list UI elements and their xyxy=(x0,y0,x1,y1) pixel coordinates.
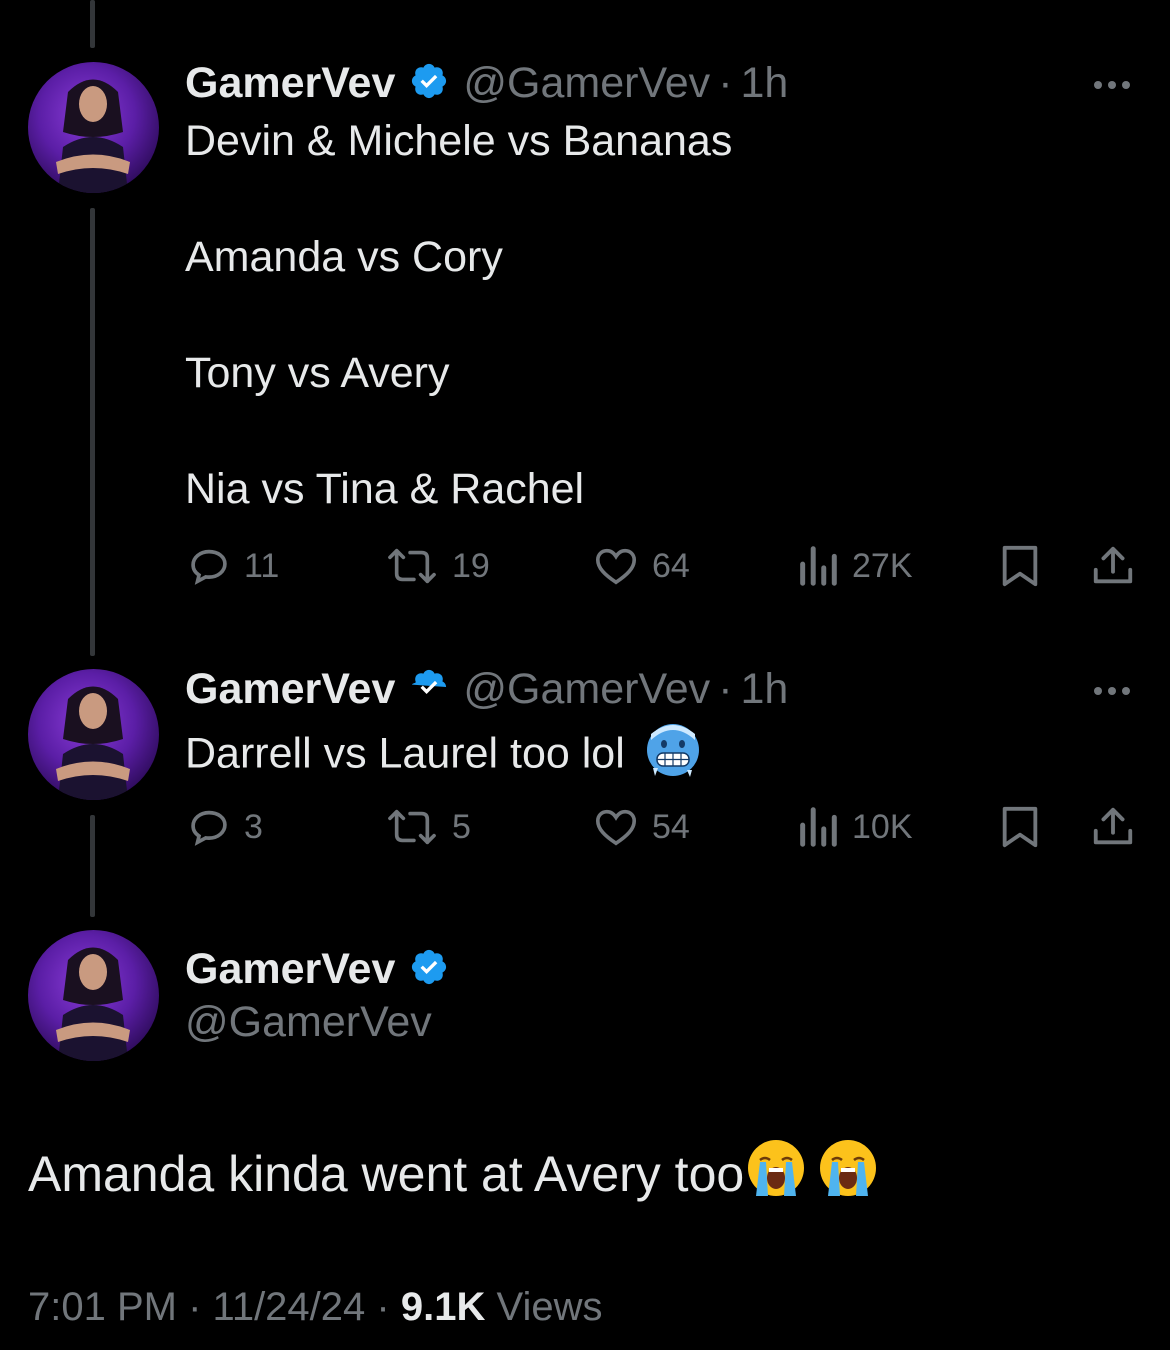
verified-badge-icon xyxy=(409,667,449,712)
verified-badge-icon xyxy=(409,947,449,992)
like-count: 64 xyxy=(652,546,690,585)
focused-text-content: Amanda kinda went at Avery too xyxy=(28,1146,745,1202)
loudly-crying-face-emoji xyxy=(818,1138,878,1210)
timestamp[interactable]: 1h xyxy=(741,59,789,108)
thread-line-2 xyxy=(90,815,95,917)
tweet-text: Darrell vs Laurel too lol xyxy=(185,722,701,791)
bookmark-icon[interactable] xyxy=(998,543,1042,594)
timestamp[interactable]: 1h xyxy=(741,665,789,714)
bookmark-icon[interactable] xyxy=(998,804,1042,855)
loudly-crying-face-emoji xyxy=(746,1138,806,1210)
handle[interactable]: @GamerVev xyxy=(463,59,710,108)
handle[interactable]: @GamerVev xyxy=(185,998,432,1047)
reply-icon xyxy=(191,549,227,585)
views-label: Views xyxy=(496,1285,603,1329)
reply-count: 11 xyxy=(244,546,280,585)
views-button[interactable]: 10K xyxy=(796,804,913,850)
repost-button[interactable]: 5 xyxy=(384,804,471,850)
repost-count: 5 xyxy=(452,807,471,846)
views-count: 10K xyxy=(852,807,913,846)
avatar[interactable] xyxy=(28,62,159,193)
repost-button[interactable]: 19 xyxy=(384,543,490,589)
thread-line-1 xyxy=(90,208,95,656)
more-icon[interactable] xyxy=(1094,682,1138,695)
tweet-date[interactable]: 11/24/24 xyxy=(213,1285,366,1329)
avatar-person-icon xyxy=(56,79,130,193)
thread-line-top xyxy=(90,0,95,48)
separator-dot: · xyxy=(718,58,733,107)
views-count[interactable]: 9.1K xyxy=(401,1285,486,1329)
cold-face-emoji xyxy=(645,722,701,791)
handle[interactable]: @GamerVev xyxy=(463,665,710,714)
verified-badge-icon xyxy=(409,61,449,106)
display-name[interactable]: GamerVev xyxy=(185,59,395,108)
more-icon[interactable] xyxy=(1094,76,1138,89)
views-icon xyxy=(800,807,837,847)
reply-button[interactable]: 3 xyxy=(186,804,263,850)
like-button[interactable]: 54 xyxy=(592,804,690,850)
tweet-text-line-3: Tony vs Avery xyxy=(185,349,450,397)
tweet-header: GamerVev @GamerVev · 1h xyxy=(185,56,788,110)
focused-header: GamerVev xyxy=(185,942,449,996)
separator-dot: · xyxy=(188,1285,202,1329)
display-name[interactable]: GamerVev xyxy=(185,945,395,994)
like-icon xyxy=(595,809,637,846)
like-count: 54 xyxy=(652,807,690,846)
views-icon xyxy=(800,546,837,586)
like-icon xyxy=(595,548,637,585)
tweet-text-content: Darrell vs Laurel too lol xyxy=(185,729,625,778)
repost-count: 19 xyxy=(452,546,490,585)
avatar-person-icon xyxy=(56,947,130,1061)
tweet-time[interactable]: 7:01 PM xyxy=(28,1285,177,1329)
share-icon[interactable] xyxy=(1090,804,1136,855)
tweet-text-line-4: Nia vs Tina & Rachel xyxy=(185,465,585,513)
focused-tweet-text: Amanda kinda went at Avery too xyxy=(28,1138,878,1210)
reply-icon xyxy=(191,810,227,846)
avatar-person-icon xyxy=(56,686,130,800)
tweet-header: GamerVev @GamerVev · 1h xyxy=(185,662,788,716)
tweet-meta: 7:01 PM · 11/24/24 · 9.1K Views xyxy=(28,1285,602,1330)
separator-dot: · xyxy=(376,1285,390,1329)
display-name[interactable]: GamerVev xyxy=(185,665,395,714)
separator-dot: · xyxy=(718,664,733,713)
tweet-text-line-2: Amanda vs Cory xyxy=(185,233,503,281)
avatar[interactable] xyxy=(28,669,159,800)
tweet-text-line-1: Devin & Michele vs Bananas xyxy=(185,117,733,165)
repost-icon xyxy=(388,809,436,845)
avatar[interactable] xyxy=(28,930,159,1061)
views-button[interactable]: 27K xyxy=(796,543,913,589)
reply-count: 3 xyxy=(244,807,263,846)
share-icon[interactable] xyxy=(1090,543,1136,594)
reply-button[interactable]: 11 xyxy=(186,543,279,589)
repost-icon xyxy=(388,548,436,584)
like-button[interactable]: 64 xyxy=(592,543,690,589)
views-count: 27K xyxy=(852,546,913,585)
